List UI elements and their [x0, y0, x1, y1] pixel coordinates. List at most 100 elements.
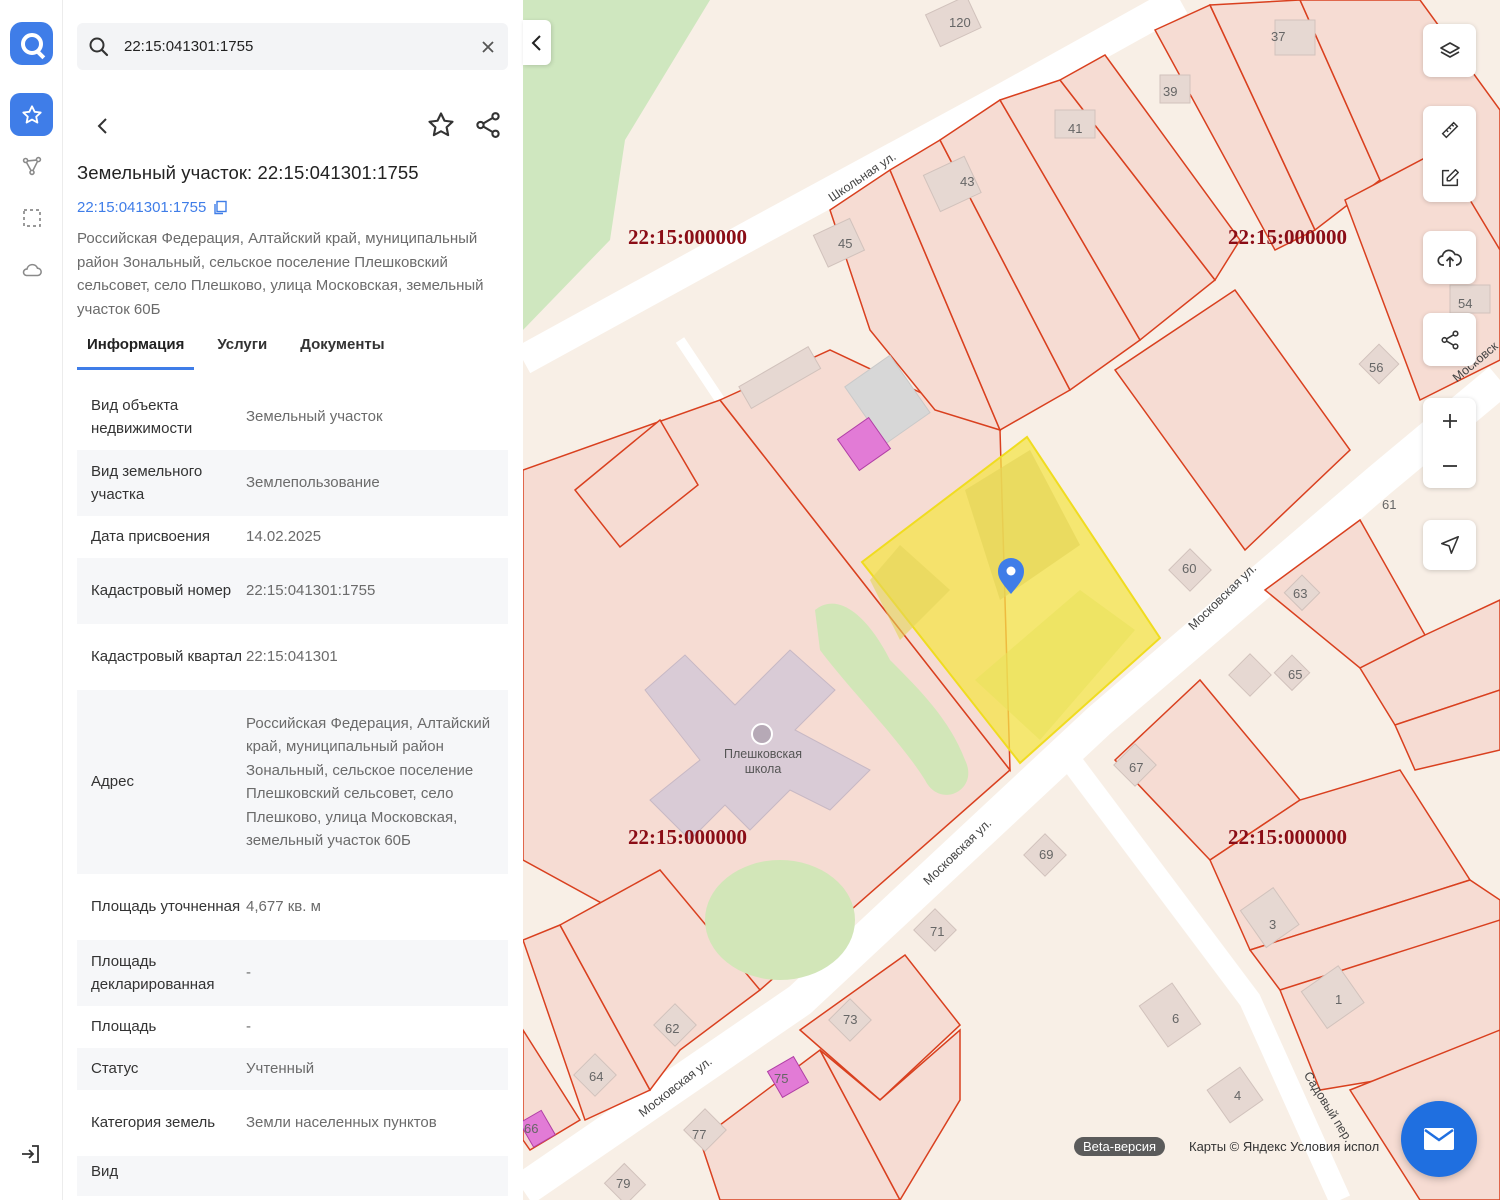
house-number: 120: [949, 15, 971, 30]
row-key: Статус: [91, 1060, 139, 1078]
house-number: 71: [930, 924, 945, 939]
house-number: 66: [524, 1121, 539, 1136]
row-value: -: [246, 964, 251, 982]
edit-icon[interactable]: [1439, 167, 1461, 189]
row-value: 22:15:041301:1755: [246, 582, 376, 600]
cadastral-link[interactable]: 22:15:041301:1755: [77, 199, 228, 216]
zoom-out-icon[interactable]: [1440, 456, 1460, 476]
cloud-upload-icon[interactable]: [1436, 247, 1463, 269]
house-number: 64: [589, 1069, 604, 1084]
map-attribution[interactable]: Карты © Яндекс Условия испол: [1189, 1139, 1379, 1154]
row-key: Категория земель: [91, 1114, 216, 1132]
logout-icon[interactable]: [19, 1142, 45, 1168]
object-address: Российская Федерация, Алтайский край, му…: [77, 230, 484, 318]
house-number: 54: [1458, 296, 1473, 311]
clear-icon[interactable]: [478, 37, 498, 57]
row-value: 22:15:041301: [246, 648, 338, 666]
table-row: Дата присвоения 14.02.2025: [77, 516, 508, 558]
tab-info[interactable]: Информация: [77, 336, 195, 370]
search-icon: [89, 37, 109, 57]
row-key: Вид: [91, 1163, 119, 1180]
favorites-icon[interactable]: [10, 93, 53, 136]
row-key: Площадь декларированная: [91, 952, 215, 994]
table-row: Категория земель Земли населенных пунктов: [77, 1090, 508, 1156]
row-key: Кадастровый квартал: [91, 648, 243, 666]
house-number: 39: [1163, 84, 1178, 99]
row-value: 4,677 кв. м: [246, 898, 321, 916]
row-value: Российская Федерация, Алтайский край, му…: [246, 714, 491, 850]
house-number: 1: [1335, 992, 1343, 1007]
layers-control[interactable]: [1423, 24, 1476, 77]
table-row: Площадь -: [77, 1006, 508, 1048]
house-number: 37: [1271, 29, 1286, 44]
house-number: 61: [1382, 497, 1397, 512]
row-value: -: [246, 1018, 251, 1036]
zoom-control: [1423, 398, 1476, 488]
favorite-star-icon[interactable]: [426, 110, 456, 140]
zone-label: 22:15:000000: [628, 825, 747, 849]
geolocation-control[interactable]: [1423, 520, 1476, 570]
tab-services[interactable]: Услуги: [207, 336, 277, 370]
row-key: Адрес: [91, 773, 134, 791]
layers-icon[interactable]: [1438, 39, 1462, 63]
collapse-panel-button[interactable]: [523, 20, 551, 65]
chevron-left-icon: [531, 34, 541, 51]
navigation-arrow-icon[interactable]: [1439, 534, 1461, 556]
copy-icon[interactable]: [213, 200, 228, 215]
cadastral-link-text[interactable]: 22:15:041301:1755: [77, 199, 206, 216]
house-number: 45: [838, 236, 853, 251]
row-value: Учтенный: [246, 1060, 315, 1078]
table-row: Адрес Российская Федерация, Алтайский кра…: [77, 690, 508, 874]
cloud-icon[interactable]: [19, 257, 45, 283]
search-box[interactable]: 22:15:041301:1755: [77, 23, 508, 70]
app-logo-icon[interactable]: [10, 22, 53, 65]
house-number: 41: [1068, 121, 1083, 136]
row-key: Площадь уточненная: [91, 898, 241, 916]
row-value: Земельный участок: [246, 408, 383, 426]
share-map-icon[interactable]: [1439, 329, 1461, 351]
map-canvas[interactable]: 22:15:000000 22:15:000000 22:15:000000 2…: [523, 0, 1500, 1200]
area-select-icon[interactable]: [19, 205, 45, 231]
map-graphics: [523, 0, 1500, 1200]
upload-control[interactable]: [1423, 231, 1476, 284]
back-icon[interactable]: [89, 112, 117, 140]
route-icon[interactable]: [19, 153, 45, 179]
school-icon[interactable]: [751, 723, 773, 745]
house-number: 65: [1288, 667, 1303, 682]
table-row: Вид земельного участка Землепользование: [77, 450, 508, 516]
house-number: 63: [1293, 586, 1308, 601]
table-row: Площадь декларированная -: [77, 940, 508, 1006]
zoom-in-icon[interactable]: [1440, 411, 1460, 431]
tab-bar: Информация Услуги Документы: [77, 336, 408, 370]
info-panel: 22:15:041301:1755 Земельный участок: 22:…: [63, 0, 523, 1200]
row-key: Кадастровый номер: [91, 582, 232, 600]
row-value: Землепользование: [246, 474, 380, 492]
house-number: 56: [1369, 360, 1384, 375]
row-value: Земли населенных пунктов: [246, 1114, 437, 1132]
search-input[interactable]: 22:15:041301:1755: [124, 38, 253, 55]
house-number: 6: [1172, 1011, 1180, 1026]
tab-documents[interactable]: Документы: [290, 336, 394, 370]
zone-label: 22:15:000000: [1228, 225, 1347, 249]
info-table: Вид объекта недвижимости Земельный участо…: [77, 384, 508, 1196]
table-row: Кадастровый квартал 22:15:041301: [77, 624, 508, 690]
row-value: 14.02.2025: [246, 528, 322, 546]
tools-control: [1423, 106, 1476, 202]
row-key: Площадь: [91, 1018, 157, 1036]
location-pin-dot: [1006, 566, 1016, 576]
row-key: Вид объекта недвижимости: [91, 396, 193, 438]
row-key: Вид земельного участка: [91, 462, 203, 504]
feedback-button[interactable]: [1401, 1101, 1477, 1177]
house-number: 67: [1129, 760, 1144, 775]
table-row: Кадастровый номер 22:15:041301:1755: [77, 558, 508, 624]
school-label: Плешковская школа: [723, 747, 803, 776]
beta-badge: Beta-версия: [1074, 1137, 1166, 1156]
ruler-icon[interactable]: [1439, 119, 1461, 141]
house-number: 75: [774, 1071, 789, 1086]
share-icon[interactable]: [473, 110, 503, 140]
house-number: 79: [616, 1176, 631, 1191]
table-row: Площадь уточненная 4,677 кв. м: [77, 874, 508, 940]
share-control[interactable]: [1423, 313, 1476, 366]
table-row: Вид: [77, 1156, 508, 1196]
zone-label: 22:15:000000: [628, 225, 747, 249]
